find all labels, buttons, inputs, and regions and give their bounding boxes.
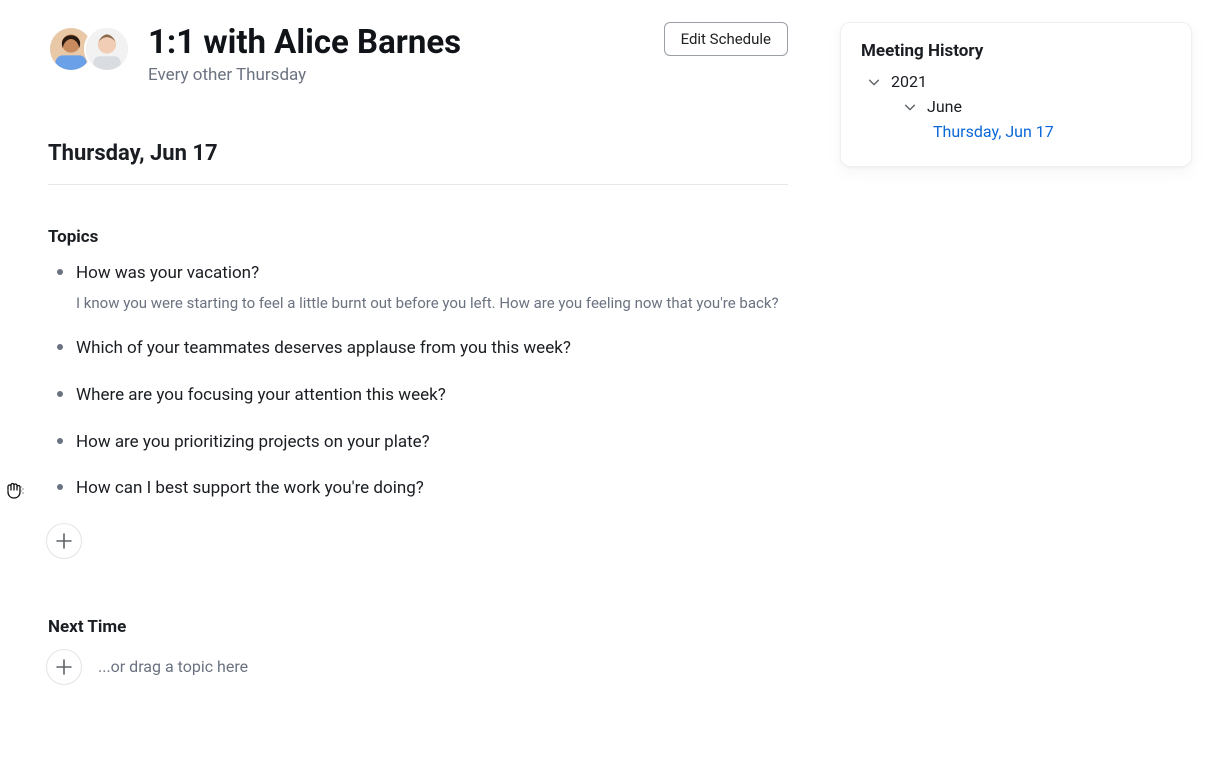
- topic-item[interactable]: Which of your teammates deserves applaus…: [48, 336, 788, 361]
- chevron-down-icon: [903, 100, 917, 114]
- plus-icon: [56, 533, 72, 549]
- topic-title: How are you prioritizing projects on you…: [76, 430, 788, 455]
- next-time-heading: Next Time: [48, 617, 788, 637]
- topic-item[interactable]: Where are you focusing your attention th…: [48, 383, 788, 408]
- topic-item[interactable]: How can I best support the work you're d…: [48, 476, 788, 501]
- history-entry[interactable]: Thursday, Jun 17: [861, 119, 1171, 144]
- chevron-down-icon: [867, 75, 881, 89]
- schedule-description: Every other Thursday: [148, 65, 646, 85]
- drag-topic-placeholder[interactable]: ...or drag a topic here: [98, 657, 248, 676]
- topic-list: How was your vacation? I know you were s…: [48, 261, 788, 501]
- topic-title: How was your vacation?: [76, 261, 788, 286]
- meeting-history-card: Meeting History 2021 June Thursday, Jun …: [840, 22, 1192, 167]
- topic-title: Which of your teammates deserves applaus…: [76, 336, 788, 361]
- topic-item[interactable]: How are you prioritizing projects on you…: [48, 430, 788, 455]
- add-topic-button[interactable]: [46, 523, 82, 559]
- avatar: [84, 26, 130, 72]
- topic-note: I know you were starting to feel a littl…: [76, 292, 788, 315]
- history-month[interactable]: June: [861, 94, 1171, 119]
- history-entry-link: Thursday, Jun 17: [933, 122, 1054, 141]
- meeting-date-heading: Thursday, Jun 17: [48, 141, 788, 185]
- meeting-history-heading: Meeting History: [861, 41, 1171, 61]
- participant-avatars: [48, 22, 130, 72]
- topic-title: How can I best support the work you're d…: [76, 476, 788, 501]
- topic-item[interactable]: How was your vacation? I know you were s…: [48, 261, 788, 314]
- drag-cursor-icon: [3, 480, 25, 506]
- add-next-time-button[interactable]: [46, 649, 82, 685]
- topics-heading: Topics: [48, 227, 788, 247]
- edit-schedule-button[interactable]: Edit Schedule: [664, 22, 788, 56]
- history-month-label: June: [927, 97, 962, 116]
- history-year[interactable]: 2021: [861, 69, 1171, 94]
- plus-icon: [56, 659, 72, 675]
- topic-title: Where are you focusing your attention th…: [76, 383, 788, 408]
- page-title: 1:1 with Alice Barnes: [148, 22, 646, 63]
- history-year-label: 2021: [891, 72, 927, 91]
